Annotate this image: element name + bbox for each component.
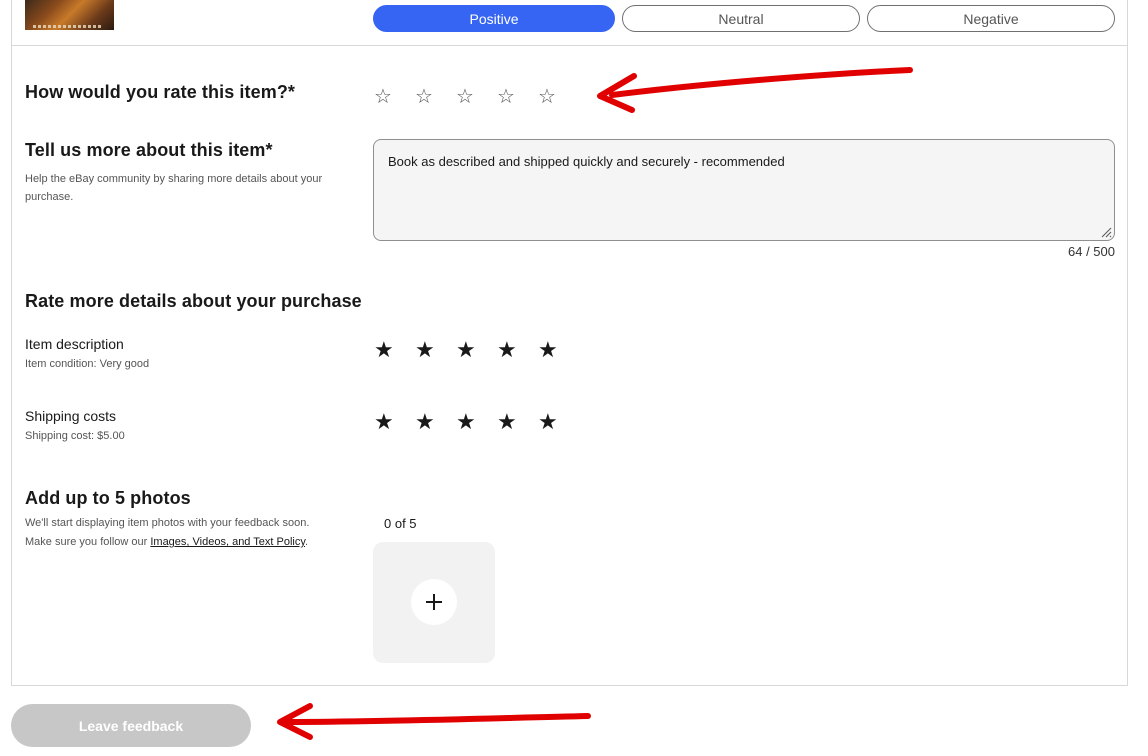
policy-link[interactable]: Images, Videos, and Text Policy <box>150 536 305 548</box>
star-filled-icon[interactable]: ★ <box>374 411 415 435</box>
shipping-costs-stars: ★ ★ ★ ★ ★ <box>374 411 579 435</box>
comment-title: Tell us more about this item* <box>25 140 273 160</box>
photos-info-line2: Make sure you follow our Images, Videos,… <box>25 533 308 551</box>
comment-textarea[interactable]: Book as described and shipped quickly an… <box>373 139 1115 241</box>
item-description-label: Item description <box>25 336 124 352</box>
resize-grip-icon[interactable] <box>1100 226 1112 238</box>
rating-title: How would you rate this item?* <box>25 82 296 102</box>
plus-icon <box>411 579 457 625</box>
star-empty-icon[interactable]: ☆ <box>415 84 456 108</box>
comment-help-text: Help the eBay community by sharing more … <box>25 173 323 203</box>
feedback-page: Positive Neutral Negative How would you … <box>0 0 1148 756</box>
photos-info-suffix: . <box>305 536 309 548</box>
star-empty-icon[interactable]: ☆ <box>374 84 415 108</box>
sentiment-positive-button[interactable]: Positive <box>373 5 615 32</box>
details-title: Rate more details about your purchase <box>25 291 362 311</box>
leave-feedback-button[interactable]: Leave feedback <box>11 704 251 747</box>
star-filled-icon[interactable]: ★ <box>456 411 497 435</box>
overall-rating-stars: ☆ ☆ ☆ ☆ ☆ <box>374 84 579 108</box>
item-thumbnail <box>25 0 114 30</box>
photos-title: Add up to 5 photos <box>25 488 191 508</box>
sentiment-negative-button[interactable]: Negative <box>867 5 1115 32</box>
comment-text: Book as described and shipped quickly an… <box>388 154 785 169</box>
star-filled-icon[interactable]: ★ <box>538 339 579 363</box>
shipping-cost-text: Shipping cost: $5.00 <box>25 430 125 442</box>
sentiment-neutral-button[interactable]: Neutral <box>622 5 860 32</box>
annotation-arrow-icon <box>277 703 591 740</box>
star-filled-icon[interactable]: ★ <box>538 411 579 435</box>
star-filled-icon[interactable]: ★ <box>374 339 415 363</box>
photos-info-line1: We'll start displaying item photos with … <box>25 517 310 529</box>
star-filled-icon[interactable]: ★ <box>497 339 538 363</box>
add-photo-button[interactable] <box>373 542 495 663</box>
star-empty-icon[interactable]: ☆ <box>538 84 579 108</box>
character-count: 64 / 500 <box>1068 244 1115 259</box>
star-empty-icon[interactable]: ☆ <box>456 84 497 108</box>
star-filled-icon[interactable]: ★ <box>415 411 456 435</box>
item-condition-text: Item condition: Very good <box>25 358 150 370</box>
star-filled-icon[interactable]: ★ <box>415 339 456 363</box>
star-empty-icon[interactable]: ☆ <box>497 84 538 108</box>
item-description-stars: ★ ★ ★ ★ ★ <box>374 339 579 363</box>
star-filled-icon[interactable]: ★ <box>456 339 497 363</box>
shipping-costs-label: Shipping costs <box>25 408 117 424</box>
photo-count: 0 of 5 <box>384 516 417 531</box>
star-filled-icon[interactable]: ★ <box>497 411 538 435</box>
section-divider <box>12 45 1128 46</box>
photos-info-prefix: Make sure you follow our <box>25 536 151 548</box>
